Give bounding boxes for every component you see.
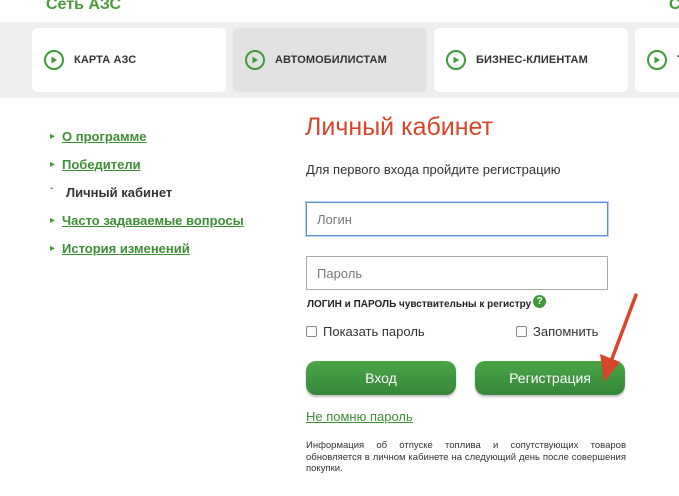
circle-chevron-right-icon <box>245 50 265 70</box>
triangle-right-icon: ▸ <box>50 130 56 142</box>
show-password-checkbox[interactable]: Показать пароль <box>306 324 425 339</box>
nav-tabs: КАРТА АЗС АВТОМОБИЛИСТАМ БИЗНЕС-КЛИЕНТАМ… <box>0 22 679 98</box>
tab-label: БИЗНЕС-КЛИЕНТАМ <box>476 54 588 66</box>
checkbox-label: Показать пароль <box>323 324 425 339</box>
sidebar-item-pobediteli: ▸ Победители <box>50 150 280 178</box>
circle-chevron-right-icon <box>647 50 667 70</box>
sidebar-link[interactable]: О программе <box>62 129 147 144</box>
checkbox-box[interactable] <box>306 326 317 337</box>
tab-biznes-klientam[interactable]: БИЗНЕС-КЛИЕНТАМ <box>434 28 628 92</box>
sidebar-link[interactable]: История изменений <box>62 241 190 256</box>
tab-partial[interactable]: Т <box>635 28 679 92</box>
checkbox-label: Запомнить <box>533 324 599 339</box>
circle-chevron-right-icon <box>446 50 466 70</box>
triangle-right-icon: ▸ <box>50 242 56 254</box>
tab-avtomobilistam[interactable]: АВТОМОБИЛИСТАМ <box>233 28 427 92</box>
sidebar-item-o-programme: ▸ О программе <box>50 122 280 150</box>
tab-karta-azs[interactable]: КАРТА АЗС <box>32 28 226 92</box>
sidebar-link[interactable]: Победители <box>62 157 141 172</box>
top-bar: Сеть АЗС С <box>0 0 679 22</box>
sidebar-link[interactable]: Часто задаваемые вопросы <box>62 213 244 228</box>
top-right-link[interactable]: С <box>669 0 679 14</box>
sidebar-menu: ▸ О программе ▸ Победители ˇ Личный каби… <box>50 122 280 262</box>
sidebar-item-lichnyi-kabinet: ˇ Личный кабинет <box>50 178 280 206</box>
circle-chevron-right-icon <box>44 50 64 70</box>
password-input[interactable] <box>306 256 608 290</box>
tab-label: КАРТА АЗС <box>74 54 137 66</box>
help-icon[interactable]: ? <box>533 295 547 308</box>
login-input[interactable] <box>306 202 608 236</box>
page-title: Личный кабинет <box>305 113 494 141</box>
info-note: Информация об отпуске топлива и сопутств… <box>306 440 626 474</box>
hint-text: ЛОГИН и ПАРОЛЬ чувствительны к регистру <box>307 299 532 310</box>
forgot-password-link[interactable]: Не помню пароль <box>306 409 413 424</box>
case-sensitivity-hint: ЛОГИН и ПАРОЛЬ чувствительны к регистру … <box>307 295 547 310</box>
triangle-right-icon: ▸ <box>50 158 56 170</box>
remember-checkbox[interactable]: Запомнить <box>516 324 598 339</box>
chevron-down-icon: ˇ <box>50 186 54 198</box>
page-subtitle: Для первого входа пройдите регистрацию <box>306 162 561 177</box>
red-arrow-icon <box>600 293 638 382</box>
tab-label: АВТОМОБИЛИСТАМ <box>275 54 387 66</box>
login-button[interactable]: Вход <box>306 361 456 395</box>
sidebar-item-istoriya: ▸ История изменений <box>50 234 280 262</box>
checkbox-box[interactable] <box>516 326 527 337</box>
brand-title[interactable]: Сеть АЗС <box>46 0 121 14</box>
triangle-right-icon: ▸ <box>50 214 56 226</box>
sidebar-item-faq: ▸ Часто задаваемые вопросы <box>50 206 280 234</box>
sidebar-current-label: Личный кабинет <box>66 184 173 200</box>
